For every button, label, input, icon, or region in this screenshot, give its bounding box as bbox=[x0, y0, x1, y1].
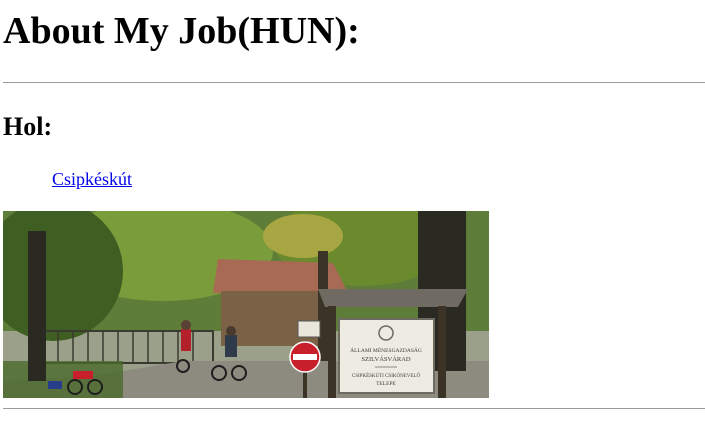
divider-top bbox=[3, 82, 705, 83]
location-photo: ÁLLAMI MÉNESGAZDASÁG SZILVÁSVÁRAD CSIPKÉ… bbox=[3, 211, 489, 398]
grass-strip bbox=[3, 361, 123, 398]
location-link[interactable]: Csipkéskút bbox=[52, 168, 132, 190]
sign-post-right bbox=[438, 306, 446, 398]
page-title: About My Job(HUN): bbox=[3, 10, 360, 52]
sign-line-2: SZILVÁSVÁRAD bbox=[361, 355, 411, 363]
sign-line-1: ÁLLAMI MÉNESGAZDASÁG bbox=[350, 346, 422, 354]
bicycle-blue bbox=[48, 381, 62, 389]
sign-roof bbox=[318, 289, 468, 307]
sign-post-left bbox=[328, 306, 336, 398]
sign-line-4: TELEPE bbox=[376, 381, 396, 387]
bicycle-red bbox=[73, 371, 93, 379]
person-red-head bbox=[181, 320, 191, 330]
canopy-yellow bbox=[263, 214, 343, 258]
person-dark-jacket bbox=[225, 335, 237, 357]
no-entry-bar bbox=[293, 354, 317, 360]
divider-bottom bbox=[3, 408, 705, 409]
person-dark-head bbox=[226, 326, 236, 336]
section-heading-hol: Hol: bbox=[3, 112, 53, 141]
small-sign-plate bbox=[297, 320, 321, 338]
building-wall bbox=[221, 291, 331, 346]
sign-line-3: CSIPKÉSKÚTI CSIKÓNEVELŐ bbox=[352, 373, 421, 379]
tree-trunk-left bbox=[28, 231, 46, 381]
person-red-jacket bbox=[181, 329, 191, 351]
